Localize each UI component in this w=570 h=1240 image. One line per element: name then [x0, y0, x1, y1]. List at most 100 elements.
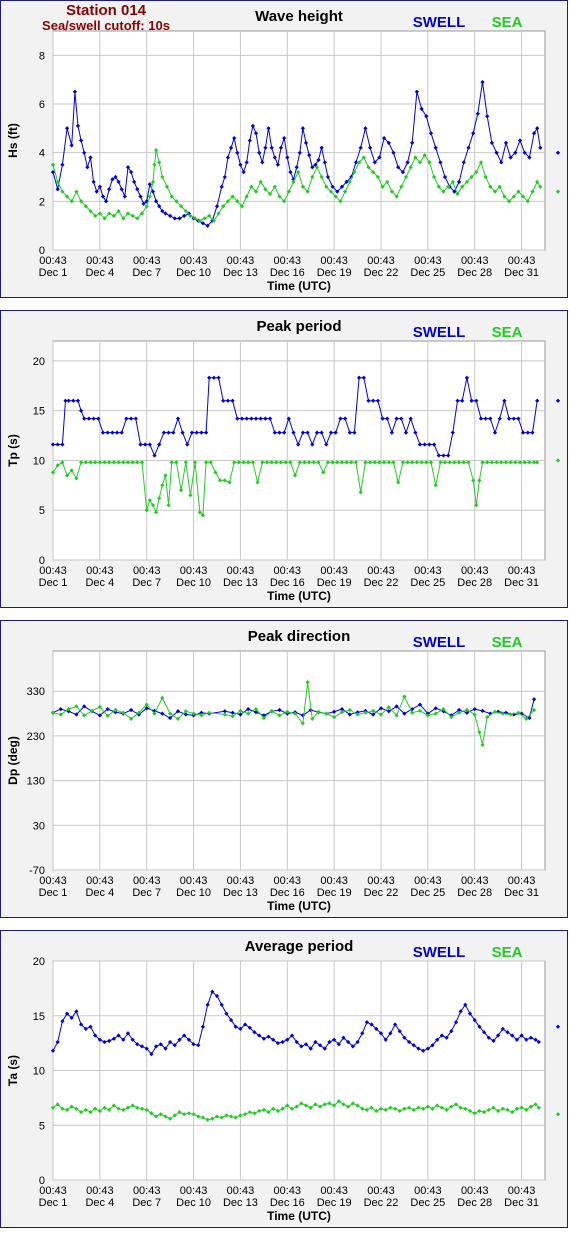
x-tick-date: Dec 19	[317, 1197, 352, 1209]
y-tick-label: 15	[33, 1011, 45, 1023]
x-tick-date: Dec 7	[132, 887, 161, 899]
x-axis-label: Time (UTC)	[267, 899, 331, 913]
x-tick-time: 00:43	[461, 255, 489, 267]
x-tick-time: 00:43	[180, 255, 208, 267]
x-tick-date: Dec 4	[85, 1197, 114, 1209]
latest-marker-swell	[555, 150, 561, 155]
x-tick-date: Dec 22	[364, 1197, 399, 1209]
peak-period-chart: 0510152000:43Dec 100:43Dec 400:43Dec 700…	[6, 318, 561, 603]
x-tick-date: Dec 28	[457, 887, 492, 899]
y-tick-label: 10	[33, 1066, 45, 1078]
legend-swell: SWELL	[413, 324, 466, 341]
x-tick-time: 00:43	[133, 255, 161, 267]
x-tick-date: Dec 31	[504, 577, 539, 589]
x-tick-time: 00:43	[274, 875, 302, 887]
x-tick-date: Dec 28	[457, 577, 492, 589]
x-tick-time: 00:43	[414, 875, 442, 887]
x-tick-time: 00:43	[414, 255, 442, 267]
y-axis-label: Dp (deg)	[6, 736, 20, 785]
legend-sea: SEA	[492, 944, 523, 961]
wave-height-chart: 0246800:43Dec 100:43Dec 400:43Dec 700:43…	[6, 8, 561, 293]
y-tick-label: 10	[33, 455, 45, 467]
chart-title: Peak period	[256, 318, 341, 335]
x-tick-date: Dec 4	[85, 577, 114, 589]
x-tick-time: 00:43	[508, 1185, 536, 1197]
x-tick-date: Dec 10	[176, 577, 211, 589]
x-tick-time: 00:43	[320, 1185, 348, 1197]
x-axis-label: Time (UTC)	[267, 279, 331, 293]
x-tick-time: 00:43	[133, 565, 161, 577]
x-tick-date: Dec 1	[39, 267, 68, 279]
y-tick-label: 15	[33, 406, 45, 418]
latest-marker-sea	[555, 1112, 561, 1117]
plot-area	[52, 340, 546, 561]
x-tick-date: Dec 22	[364, 887, 399, 899]
x-tick-time: 00:43	[39, 875, 67, 887]
x-tick-date: Dec 16	[270, 1197, 305, 1209]
x-tick-time: 00:43	[367, 255, 395, 267]
x-tick-date: Dec 4	[85, 887, 114, 899]
y-tick-label: 230	[27, 731, 45, 743]
x-tick-time: 00:43	[227, 875, 255, 887]
x-tick-time: 00:43	[180, 565, 208, 577]
y-tick-label: 5	[39, 1120, 45, 1132]
x-tick-time: 00:43	[133, 875, 161, 887]
x-tick-time: 00:43	[274, 1185, 302, 1197]
x-tick-date: Dec 13	[223, 267, 258, 279]
x-tick-time: 00:43	[414, 1185, 442, 1197]
x-tick-date: Dec 7	[132, 1197, 161, 1209]
x-tick-time: 00:43	[86, 1185, 114, 1197]
legend-swell: SWELL	[413, 14, 466, 31]
y-tick-label: 6	[39, 99, 45, 111]
legend-sea: SEA	[492, 324, 523, 341]
x-tick-date: Dec 28	[457, 267, 492, 279]
x-tick-date: Dec 16	[270, 267, 305, 279]
x-tick-time: 00:43	[86, 255, 114, 267]
y-tick-label: 8	[39, 50, 45, 62]
y-axis-label: Hs (ft)	[6, 123, 20, 158]
x-tick-time: 00:43	[367, 1185, 395, 1197]
plot-area	[52, 650, 546, 871]
x-tick-time: 00:43	[39, 1185, 67, 1197]
latest-marker-swell	[555, 398, 561, 403]
x-tick-date: Dec 31	[504, 887, 539, 899]
x-tick-time: 00:43	[180, 1185, 208, 1197]
x-tick-date: Dec 31	[504, 267, 539, 279]
x-tick-date: Dec 10	[176, 887, 211, 899]
x-tick-time: 00:43	[367, 565, 395, 577]
x-tick-time: 00:43	[461, 875, 489, 887]
x-tick-time: 00:43	[39, 255, 67, 267]
chart-title: Wave height	[255, 8, 343, 25]
x-tick-date: Dec 16	[270, 577, 305, 589]
x-axis-label: Time (UTC)	[267, 589, 331, 603]
x-tick-time: 00:43	[367, 875, 395, 887]
x-tick-time: 00:43	[227, 1185, 255, 1197]
x-tick-time: 00:43	[508, 255, 536, 267]
chart-title: Average period	[245, 938, 354, 955]
x-tick-date: Dec 25	[410, 577, 445, 589]
x-tick-time: 00:43	[39, 565, 67, 577]
x-tick-date: Dec 25	[410, 267, 445, 279]
x-tick-date: Dec 25	[410, 887, 445, 899]
x-tick-time: 00:43	[133, 1185, 161, 1197]
x-tick-date: Dec 10	[176, 267, 211, 279]
x-tick-time: 00:43	[274, 565, 302, 577]
x-tick-time: 00:43	[227, 255, 255, 267]
y-axis-label: Ta (s)	[6, 1055, 20, 1086]
peak-direction-chart: -703013023033000:43Dec 100:43Dec 400:43D…	[6, 628, 546, 913]
x-tick-date: Dec 25	[410, 1197, 445, 1209]
x-tick-date: Dec 19	[317, 577, 352, 589]
latest-marker-sea	[555, 189, 561, 194]
legend-sea: SEA	[492, 634, 523, 651]
x-tick-date: Dec 4	[85, 267, 114, 279]
x-tick-date: Dec 13	[223, 577, 258, 589]
y-tick-label: 20	[33, 356, 45, 368]
y-tick-label: 2	[39, 196, 45, 208]
y-tick-label: 20	[33, 956, 45, 968]
x-tick-time: 00:43	[180, 875, 208, 887]
x-tick-time: 00:43	[274, 255, 302, 267]
chart-panel-peak-period: 0 5 10 15 20 00:43 Dec 1 00:43 Dec 4 00:43 Dec 7 00…	[0, 310, 568, 608]
y-tick-label: 330	[27, 686, 45, 698]
y-tick-label: 5	[39, 505, 45, 517]
x-tick-date: Dec 13	[223, 887, 258, 899]
